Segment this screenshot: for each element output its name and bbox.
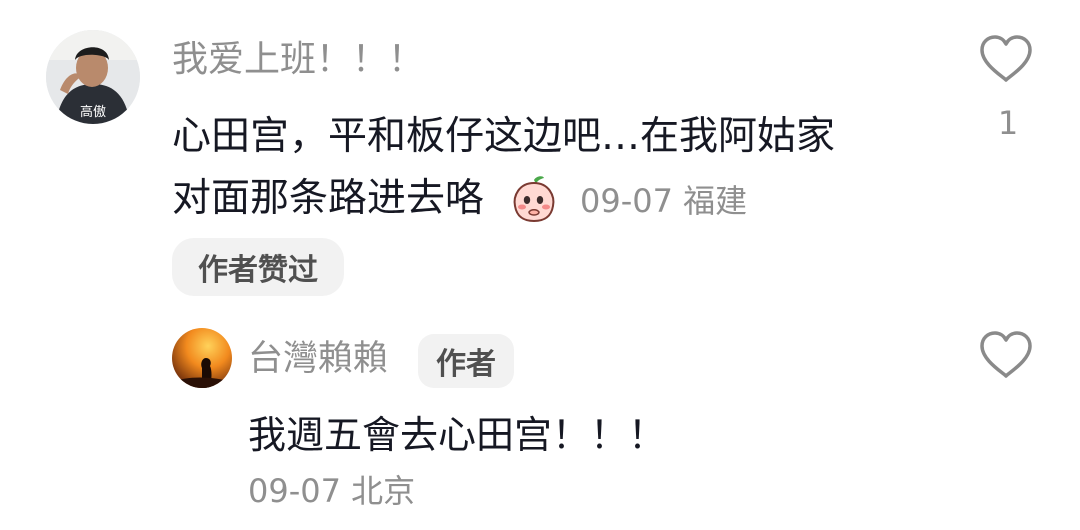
shy-peach-emoji-icon	[509, 174, 559, 224]
comment-text-line-1: 心田宫，平和板仔这边吧…在我阿姑家	[172, 114, 836, 159]
comment-location: 福建	[683, 182, 748, 220]
avatar-caption: 高傲	[80, 104, 106, 120]
liked-by-author-badge: 作者赞过	[172, 238, 344, 296]
comment-date: 09-07	[580, 182, 673, 220]
reply-meta: 09-07 北京	[248, 471, 415, 511]
avatar[interactable]: 高傲	[46, 30, 140, 124]
reply-location: 北京	[351, 472, 416, 510]
author-badge: 作者	[418, 334, 514, 388]
avatar-photo: 高傲	[46, 30, 140, 124]
reply-avatar[interactable]	[172, 328, 232, 388]
reply-avatar-photo	[172, 328, 232, 388]
reply-date: 09-07	[248, 472, 341, 510]
reply-text: 我週五會去心田宫！！！	[248, 413, 667, 457]
comment-thread: 高傲 我爱上班！！！ 心田宫，平和板仔这边吧…在我阿姑家 对面那条路进去咯 09…	[0, 0, 1080, 530]
reply-author-name[interactable]: 台灣賴賴	[248, 335, 388, 383]
like-count: 1	[997, 104, 1019, 142]
like-heart-icon[interactable]	[978, 34, 1034, 84]
comment-meta: 09-07 福建	[580, 181, 747, 221]
reply-like-heart-icon[interactable]	[978, 330, 1034, 380]
comment-author-name[interactable]: 我爱上班！！！	[172, 36, 424, 84]
comment-text-line-2: 对面那条路进去咯	[172, 176, 485, 221]
